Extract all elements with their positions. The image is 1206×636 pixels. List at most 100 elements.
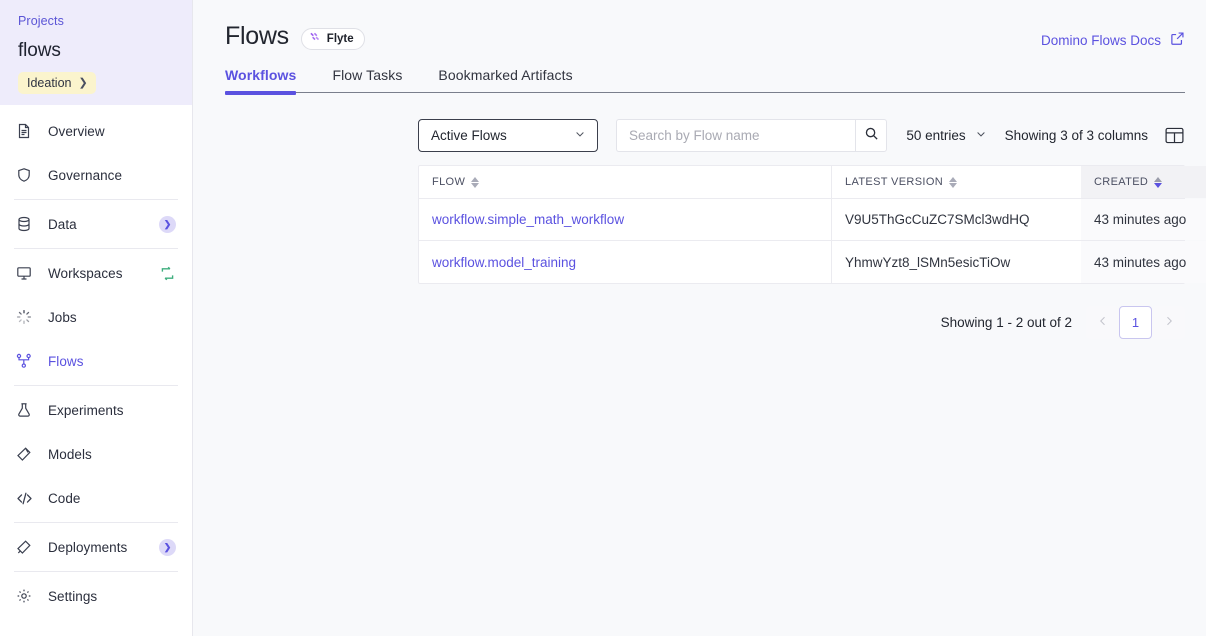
sidebar-item-settings[interactable]: Settings	[0, 574, 192, 618]
sidebar-item-workspaces[interactable]: Workspaces	[0, 251, 192, 295]
sidebar-item-deployments[interactable]: Deployments ❯	[0, 525, 192, 569]
tab-bookmarked-artifacts[interactable]: Bookmarked Artifacts	[438, 67, 572, 92]
pagination: Showing 1 - 2 out of 2 1	[418, 306, 1185, 339]
table-header-row: FLOW LATEST VERSION CREATED	[419, 166, 1206, 199]
sidebar-item-label: Governance	[48, 167, 123, 183]
sidebar-item-code[interactable]: Code	[0, 476, 192, 520]
columns-layout-icon[interactable]	[1164, 125, 1185, 146]
filter-toolbar: Active Flows Search by Flow name 50 entr…	[418, 119, 1185, 152]
sidebar-item-label: Code	[48, 490, 81, 506]
pagination-next-button[interactable]	[1152, 306, 1185, 339]
flow-name-link[interactable]: workflow.model_training	[432, 255, 576, 270]
search-group	[616, 119, 887, 152]
project-stage-badge[interactable]: Ideation ❯	[18, 72, 96, 94]
sidebar: Projects flows Ideation ❯ Overview Gover…	[0, 0, 193, 636]
sidebar-divider	[14, 248, 178, 249]
sidebar-item-label: Jobs	[48, 309, 77, 325]
table-controls: 50 entries Showing 3 of 3 columns	[906, 125, 1185, 146]
chevron-down-icon	[574, 128, 586, 143]
sidebar-item-label: Models	[48, 446, 92, 462]
sidebar-item-label: Deployments	[48, 539, 128, 555]
code-icon	[14, 488, 34, 508]
sidebar-item-label: Experiments	[48, 402, 124, 418]
pagination-summary: Showing 1 - 2 out of 2	[940, 315, 1072, 330]
column-header-label: CREATED	[1094, 176, 1149, 188]
created-value: 43 minutes ago	[1094, 212, 1187, 227]
sidebar-item-label: Overview	[48, 123, 105, 139]
breadcrumb-projects[interactable]: Projects	[18, 14, 174, 28]
entries-per-page-select[interactable]: 50 entries	[906, 128, 986, 143]
page-header: Flows Flyte Domino Flows Docs	[193, 0, 1206, 51]
chevron-right-badge-icon[interactable]: ❯	[159, 538, 176, 556]
sidebar-item-label: Data	[48, 216, 77, 232]
sidebar-item-label: Workspaces	[48, 265, 123, 281]
document-icon	[14, 121, 34, 141]
sidebar-item-governance[interactable]: Governance	[0, 153, 192, 197]
sort-arrows-icon[interactable]	[471, 176, 480, 188]
search-icon	[864, 126, 879, 146]
flow-name-link[interactable]: workflow.simple_math_workflow	[432, 212, 624, 227]
sidebar-item-flows[interactable]: Flows	[0, 339, 192, 383]
table-row[interactable]: workflow.model_training YhmwYzt8_lSMn5es…	[419, 241, 1206, 283]
sidebar-item-label: Settings	[48, 588, 98, 604]
sidebar-divider	[14, 199, 178, 200]
cell-created: 43 minutes ago	[1081, 241, 1206, 283]
column-header-label: FLOW	[432, 176, 466, 188]
flow-status-filter-select[interactable]: Active Flows	[418, 119, 598, 152]
flow-graph-icon	[14, 351, 34, 371]
tab-workflows[interactable]: Workflows	[225, 67, 297, 95]
table-row[interactable]: workflow.simple_math_workflow V9U5ThGcCu…	[419, 199, 1206, 241]
column-header-label: LATEST VERSION	[845, 176, 944, 188]
sidebar-item-data[interactable]: Data ❯	[0, 202, 192, 246]
database-icon	[14, 214, 34, 234]
flows-table: FLOW LATEST VERSION CREATED workflow.sim…	[418, 165, 1206, 284]
sort-arrows-icon[interactable]	[949, 176, 958, 188]
entries-per-page-label: 50 entries	[906, 128, 966, 143]
project-name: flows	[18, 40, 61, 61]
table-head: FLOW LATEST VERSION CREATED	[419, 166, 1206, 199]
app-root: Projects flows Ideation ❯ Overview Gover…	[0, 0, 1206, 636]
sync-icon[interactable]	[159, 265, 176, 282]
sidebar-item-label: Flows	[48, 353, 84, 369]
column-header-flow[interactable]: FLOW	[419, 166, 831, 198]
flyte-badge-label: Flyte	[326, 32, 354, 45]
column-header-latest-version[interactable]: LATEST VERSION	[831, 166, 1081, 198]
main-content: Flows Flyte Domino Flows Docs Workflows …	[193, 0, 1206, 636]
flyte-badge: Flyte	[300, 27, 365, 50]
latest-version-value: V9U5ThGcCuZC7SMcl3wdHQ	[845, 212, 1030, 227]
model-icon	[14, 444, 34, 464]
pagination-prev-button[interactable]	[1086, 306, 1119, 339]
sidebar-item-experiments[interactable]: Experiments	[0, 388, 192, 432]
chevron-right-icon	[1163, 315, 1175, 330]
deploy-icon	[14, 537, 34, 557]
domino-flows-docs-link[interactable]: Domino Flows Docs	[1041, 31, 1185, 49]
flow-status-filter-value: Active Flows	[431, 128, 507, 143]
spinner-icon	[14, 307, 34, 327]
sidebar-divider	[14, 385, 178, 386]
sidebar-nav: Overview Governance Data ❯ Workspaces Jo…	[0, 105, 192, 618]
cell-created: 43 minutes ago	[1081, 199, 1206, 240]
sort-arrows-icon[interactable]	[1154, 176, 1163, 188]
sidebar-item-overview[interactable]: Overview	[0, 109, 192, 153]
columns-summary-label[interactable]: Showing 3 of 3 columns	[1005, 128, 1148, 143]
chevron-down-icon	[975, 128, 987, 143]
tab-bar: Workflows Flow Tasks Bookmarked Artifact…	[225, 67, 1185, 95]
sidebar-project-header: Projects flows Ideation ❯	[0, 0, 192, 105]
tab-flow-tasks[interactable]: Flow Tasks	[332, 67, 402, 92]
sidebar-divider	[14, 522, 178, 523]
sidebar-divider	[14, 571, 178, 572]
gear-icon	[14, 586, 34, 606]
page-title-group: Flows Flyte	[225, 22, 1041, 51]
project-stage-label: Ideation	[27, 76, 72, 90]
external-link-icon	[1170, 31, 1185, 49]
chevron-right-icon: ❯	[78, 76, 88, 89]
search-input[interactable]	[616, 119, 855, 152]
cell-latest-version: V9U5ThGcCuZC7SMcl3wdHQ	[831, 199, 1081, 240]
column-header-created[interactable]: CREATED	[1081, 166, 1206, 198]
sidebar-item-models[interactable]: Models	[0, 432, 192, 476]
cell-flow: workflow.simple_math_workflow	[419, 199, 831, 240]
search-button[interactable]	[855, 119, 887, 152]
pagination-page-1[interactable]: 1	[1119, 306, 1152, 339]
sidebar-item-jobs[interactable]: Jobs	[0, 295, 192, 339]
chevron-right-badge-icon[interactable]: ❯	[159, 215, 176, 233]
